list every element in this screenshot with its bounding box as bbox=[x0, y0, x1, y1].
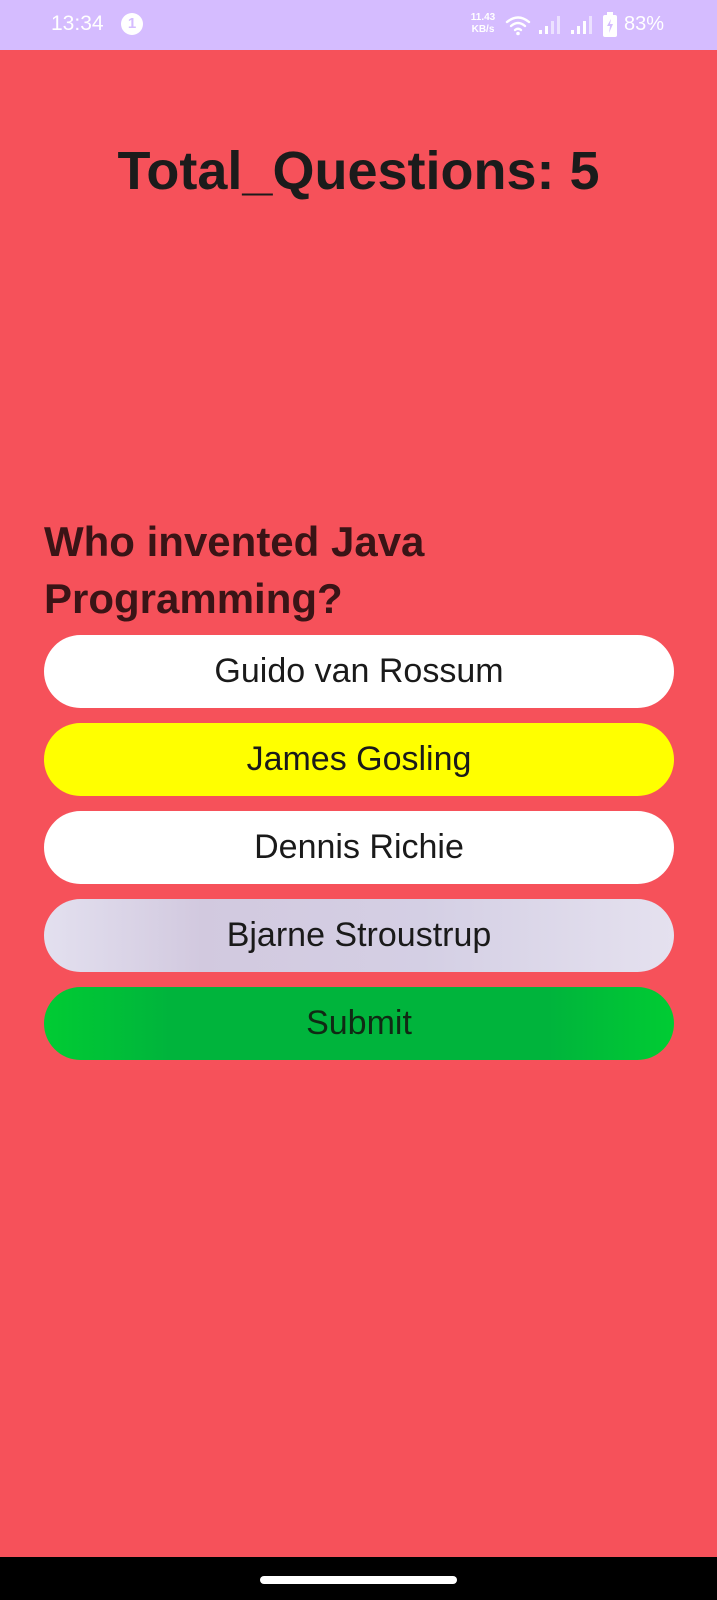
question-text: Who invented Java Programming? bbox=[44, 518, 425, 622]
network-speed-value: 11.43 bbox=[470, 12, 496, 23]
home-gesture-handle[interactable] bbox=[260, 1576, 457, 1584]
submit-button[interactable]: Submit bbox=[44, 987, 674, 1060]
battery-charging-icon bbox=[603, 12, 617, 37]
battery-percent: 83% bbox=[624, 13, 665, 35]
quiz-screen: 13:34 1 11.43 KB/s 83% Total_Questions: … bbox=[0, 0, 717, 1600]
status-time: 13:34 bbox=[51, 12, 104, 35]
signal-strength-icon bbox=[539, 16, 560, 34]
network-speed: 11.43 KB/s bbox=[463, 12, 503, 36]
total-questions-label: Total_Questions: 5 bbox=[117, 141, 600, 201]
option-button-1[interactable]: Guido van Rossum bbox=[44, 635, 674, 708]
signal-strength-icon bbox=[571, 16, 592, 34]
network-speed-unit: KB/s bbox=[471, 24, 495, 35]
option-button-4[interactable]: Bjarne Stroustrup bbox=[44, 899, 674, 972]
status-bar: 13:34 1 11.43 KB/s 83% bbox=[0, 0, 717, 50]
wifi-icon bbox=[505, 16, 531, 36]
option-button-2-selected[interactable]: James Gosling bbox=[44, 723, 674, 796]
option-button-3[interactable]: Dennis Richie bbox=[44, 811, 674, 884]
notification-badge-icon: 1 bbox=[121, 13, 143, 35]
